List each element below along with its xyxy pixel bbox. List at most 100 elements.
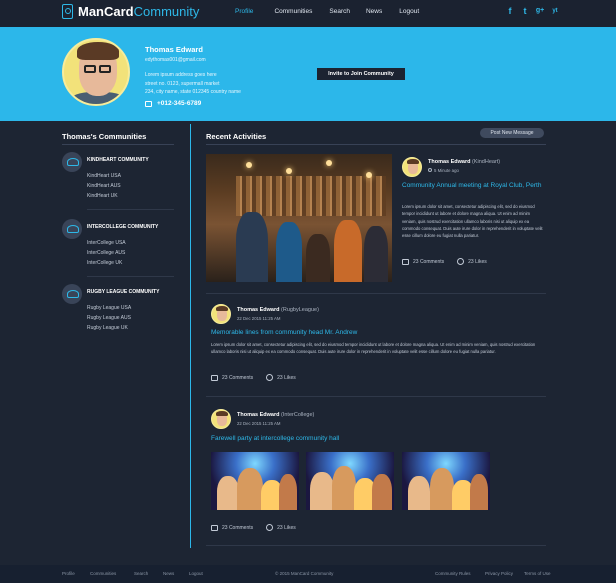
author-name[interactable]: Thomas Edward (RugbyLeague) xyxy=(237,307,319,313)
phone-number: +012-345-6789 xyxy=(157,100,202,107)
like-count[interactable]: 23 Likes xyxy=(277,525,296,531)
author-name[interactable]: Thomas Edward (InterCollege) xyxy=(237,412,314,418)
brand-logo[interactable]: ManCard Community xyxy=(62,4,199,19)
footer-link-logout[interactable]: Logout xyxy=(189,571,203,576)
facebook-icon[interactable]: f xyxy=(505,6,515,16)
footer-link-privacy[interactable]: Privacy Policy xyxy=(485,571,513,576)
community-link[interactable]: Rugby League UK xyxy=(87,325,128,331)
activity-body: Lorem ipsum dolor sit amet, consectetur … xyxy=(402,204,543,239)
profile-avatar xyxy=(62,38,130,106)
footer-link-profile[interactable]: Profile xyxy=(62,571,75,576)
divider xyxy=(206,396,546,397)
divider xyxy=(206,545,546,546)
like-count[interactable]: 23 Likes xyxy=(468,259,487,265)
community-link[interactable]: Rugby League AUS xyxy=(87,315,131,321)
clock-icon xyxy=(428,168,432,172)
brand-name-bold: ManCard xyxy=(78,4,134,19)
author-name[interactable]: Thomas Edward (KindHeart) xyxy=(428,159,500,165)
author-avatar[interactable] xyxy=(211,304,231,324)
author-avatar[interactable] xyxy=(402,157,422,177)
activity-headline[interactable]: Farewell party at intercollege community… xyxy=(211,434,511,443)
divider xyxy=(87,276,174,277)
footer-link-communities[interactable]: Communities xyxy=(90,571,116,576)
like-icon[interactable] xyxy=(457,258,465,265)
community-title[interactable]: INTERCOLLEGE COMMUNITY xyxy=(87,224,158,230)
like-icon[interactable] xyxy=(266,524,274,531)
nav-communities[interactable]: Communities xyxy=(274,8,312,15)
community-link[interactable]: KindHeart AUS xyxy=(87,183,121,189)
twitter-icon[interactable]: t xyxy=(520,6,530,16)
community-link[interactable]: Rugby League USA xyxy=(87,305,131,311)
activity-stats: 23 Comments 23 Likes xyxy=(211,374,296,381)
community-title[interactable]: KINDHEART COMMUNITY xyxy=(87,157,149,163)
activity-headline[interactable]: Community Annual meeting at Royal Club, … xyxy=(402,181,542,190)
nav-search[interactable]: Search xyxy=(329,8,350,15)
footer-link-news[interactable]: News xyxy=(163,571,174,576)
comment-count[interactable]: 23 Comments xyxy=(222,375,253,381)
comment-count[interactable]: 23 Comments xyxy=(413,259,444,265)
profile-phone: +012-345-6789 xyxy=(145,100,201,107)
activity-time-text: 5 Minute ago xyxy=(434,168,459,173)
divider xyxy=(62,144,174,145)
activity-time: 22 Dec 2015 11:25 AM xyxy=(237,316,281,321)
like-count[interactable]: 23 Likes xyxy=(277,375,296,381)
activity-body: Lorem ipsum dolor sit amet, consectetur … xyxy=(211,342,536,355)
google-plus-icon[interactable]: g+ xyxy=(535,6,545,16)
like-icon[interactable] xyxy=(266,374,274,381)
community-link[interactable]: KindHeart UK xyxy=(87,193,118,199)
nav-logout[interactable]: Logout xyxy=(399,8,419,15)
address-line: 234, city name, state 012345 country nam… xyxy=(145,89,241,95)
nav-profile[interactable]: Profile xyxy=(235,8,253,15)
author-group: (InterCollege) xyxy=(281,412,315,418)
main-nav: Profile Communities Search News Logout xyxy=(235,8,419,15)
timeline-line xyxy=(190,124,191,548)
author-name-text: Thomas Edward xyxy=(237,412,280,418)
comment-count[interactable]: 23 Comments xyxy=(222,525,253,531)
divider xyxy=(206,144,546,145)
invite-button[interactable]: Invite to Join Community xyxy=(317,68,405,80)
activity-stats: 23 Comments 23 Likes xyxy=(402,258,487,265)
main-title: Recent Activities xyxy=(206,132,267,141)
comment-icon[interactable] xyxy=(211,374,218,381)
phone-icon xyxy=(145,100,152,107)
sidebar-title: Thomas's Communities xyxy=(62,132,147,141)
profile-address: Lorem ipsum address goes here street no.… xyxy=(145,71,285,97)
community-icon xyxy=(62,152,82,172)
activity-photo-bar[interactable] xyxy=(206,154,392,282)
footer: Profile Communities Search News Logout ©… xyxy=(0,565,616,583)
footer-link-search[interactable]: Search xyxy=(134,571,148,576)
author-name-text: Thomas Edward xyxy=(237,307,280,313)
community-icon xyxy=(62,284,82,304)
community-group: KINDHEART COMMUNITY KindHeart USA KindHe… xyxy=(62,152,174,210)
community-link[interactable]: InterCollege USA xyxy=(87,240,126,246)
community-group: INTERCOLLEGE COMMUNITY InterCollege USA … xyxy=(62,219,174,277)
divider xyxy=(87,209,174,210)
nav-news[interactable]: News xyxy=(366,8,382,15)
profile-banner: Thomas Edward edythomas001@gmail.com Lor… xyxy=(0,27,616,121)
author-group: (KindHeart) xyxy=(472,159,501,165)
divider xyxy=(206,293,546,294)
community-link[interactable]: KindHeart USA xyxy=(87,173,121,179)
post-message-button[interactable]: Post New Message xyxy=(480,128,544,138)
activity-photo-party[interactable] xyxy=(211,452,299,510)
comment-icon[interactable] xyxy=(211,524,218,531)
community-link[interactable]: InterCollege AUS xyxy=(87,250,125,256)
address-line: Lorem ipsum address goes here xyxy=(145,72,217,78)
address-line: street no. 0123, supermall market xyxy=(145,80,220,87)
comment-icon[interactable] xyxy=(402,258,409,265)
footer-link-rules[interactable]: Community Rules xyxy=(435,571,471,576)
activity-headline[interactable]: Memorable lines from community head Mr. … xyxy=(211,328,511,337)
brand-name-light: Community xyxy=(133,4,200,19)
footer-link-terms[interactable]: Terms of Use xyxy=(524,571,551,576)
activity-photo-party[interactable] xyxy=(402,452,490,510)
activity-time: 22 Dec 2015 11:25 AM xyxy=(237,421,281,426)
community-group: RUGBY LEAGUE COMMUNITY Rugby League USA … xyxy=(62,284,174,342)
community-link[interactable]: InterCollege UK xyxy=(87,260,122,266)
author-name-text: Thomas Edward xyxy=(428,159,471,165)
author-avatar[interactable] xyxy=(211,409,231,429)
activity-stats: 23 Comments 23 Likes xyxy=(211,524,296,531)
profile-email: edythomas001@gmail.com xyxy=(145,57,206,63)
activity-photo-party[interactable] xyxy=(306,452,394,510)
community-title[interactable]: RUGBY LEAGUE COMMUNITY xyxy=(87,289,159,295)
youtube-icon[interactable]: yt xyxy=(550,6,560,16)
